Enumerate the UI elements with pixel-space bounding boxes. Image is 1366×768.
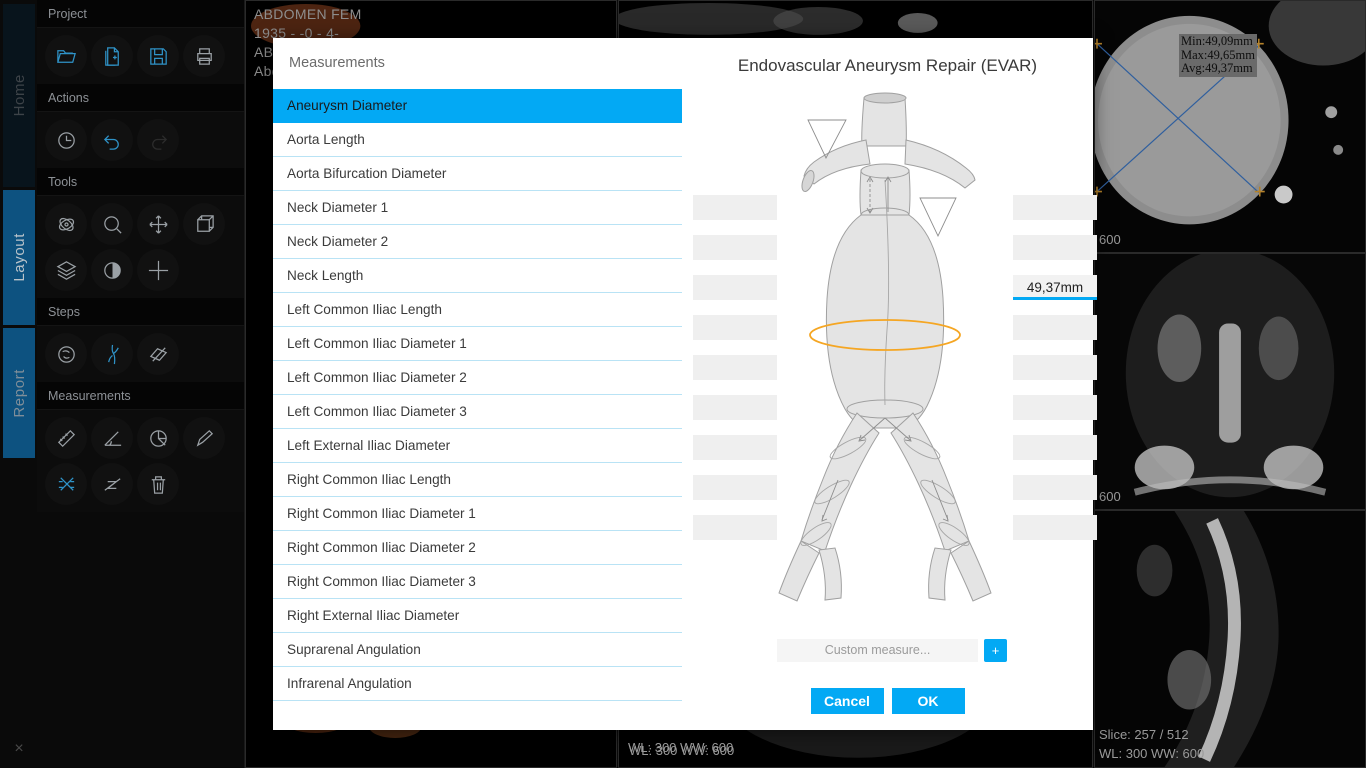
measurement-value-field[interactable] (1013, 195, 1097, 220)
measurement-callout: Min:49,09mm Max:49,65mm Avg:49,37mm (1179, 34, 1257, 77)
rotate-3d-icon[interactable] (45, 203, 87, 245)
tab-report-label: Report (10, 368, 28, 418)
tab-home[interactable]: Home (3, 4, 35, 187)
group-body-steps (37, 326, 244, 382)
tab-layout[interactable]: Layout (3, 190, 35, 325)
polyline-icon[interactable] (91, 463, 133, 505)
measurement-value-field[interactable] (1013, 395, 1097, 420)
ww-partial-right-mid: 600 (1099, 489, 1121, 504)
vessel-tree-icon[interactable] (91, 333, 133, 375)
group-body-actions (37, 112, 244, 168)
field-column-right: 49,37mm (1013, 195, 1097, 555)
callout-max: Max:49,65mm (1181, 47, 1255, 62)
viewport-right-top[interactable]: Min:49,09mm Max:49,65mm Avg:49,37mm 600 (1094, 0, 1366, 253)
cancel-button[interactable]: Cancel (810, 688, 884, 714)
print-icon[interactable] (183, 35, 225, 77)
measurement-row[interactable]: Right Common Iliac Diameter 3 (273, 565, 682, 599)
undo-icon[interactable] (91, 119, 133, 161)
callout-avg: Avg:49,37mm (1181, 61, 1253, 75)
group-body-tools (37, 196, 244, 298)
tab-home-label: Home (10, 74, 28, 117)
history-clock-icon[interactable] (45, 119, 87, 161)
measurement-row[interactable]: Left Common Iliac Diameter 2 (273, 361, 682, 395)
add-custom-measure-button[interactable]: + (984, 639, 1007, 662)
slice-indicator: Slice: 257 / 512 (1099, 727, 1189, 742)
dialog-button-row: Cancel OK (682, 688, 1093, 714)
patient-name: ABDOMEN FEM (254, 6, 362, 22)
callout-min: Min:49,09mm (1181, 34, 1253, 48)
ok-button[interactable]: OK (891, 688, 965, 714)
group-title-steps: Steps (37, 298, 244, 326)
measurement-value-field-active[interactable]: 49,37mm (1013, 275, 1097, 300)
application-window: Home Layout Report × Project Actions Too… (0, 0, 1366, 768)
group-title-project: Project (37, 0, 244, 28)
pan-move-icon[interactable] (137, 203, 179, 245)
cross-marker-icon[interactable] (45, 463, 87, 505)
measurement-value-field[interactable] (1013, 235, 1097, 260)
tab-layout-label: Layout (10, 233, 28, 282)
measurement-value-field[interactable] (1013, 355, 1097, 380)
measurement-row[interactable]: Aneurysm Diameter (273, 89, 682, 123)
dialog-right-pane: Endovascular Aneurysm Repair (EVAR) 49,3… (682, 38, 1097, 730)
angle-icon[interactable] (91, 417, 133, 459)
save-icon[interactable] (137, 35, 179, 77)
crop-box-icon[interactable] (183, 203, 225, 245)
dialog-left-title: Measurements (289, 55, 385, 71)
measurement-value-field[interactable] (1013, 435, 1097, 460)
open-folder-icon[interactable] (45, 35, 87, 77)
measurement-row[interactable]: Neck Length (273, 259, 682, 293)
group-body-measurements (37, 410, 244, 512)
contrast-icon[interactable] (91, 249, 133, 291)
group-title-actions: Actions (37, 84, 244, 112)
group-title-tools: Tools (37, 168, 244, 196)
new-document-icon[interactable] (91, 35, 133, 77)
group-body-project (37, 28, 244, 84)
redo-icon[interactable] (137, 119, 179, 161)
pencil-icon[interactable] (183, 417, 225, 459)
centerline-seed-icon[interactable] (45, 333, 87, 375)
measurement-row[interactable]: Neck Diameter 1 (273, 191, 682, 225)
slab-plane-icon[interactable] (137, 333, 179, 375)
measurement-row[interactable]: Suprarenal Angulation (273, 633, 682, 667)
measurement-row[interactable]: Right External Iliac Diameter (273, 599, 682, 633)
measurement-row[interactable]: Infrarenal Angulation (273, 667, 682, 701)
measurement-value-field[interactable] (1013, 475, 1097, 500)
trash-icon[interactable] (137, 463, 179, 505)
ribbon-tabs: Home Layout Report × (0, 0, 37, 768)
measurement-row[interactable]: Left External Iliac Diameter (273, 429, 682, 463)
measurement-row[interactable]: Left Common Iliac Length (273, 293, 682, 327)
measurement-row[interactable]: Left Common Iliac Diameter 1 (273, 327, 682, 361)
aorta-diagram (778, 92, 992, 602)
ct-image-right-mid (1095, 254, 1365, 509)
dialog-title: Endovascular Aneurysm Repair (EVAR) (737, 56, 1038, 75)
viewport-right-mid[interactable]: 600 (1094, 253, 1366, 510)
measurement-list: Aneurysm Diameter Aorta Length Aorta Bifur… (273, 89, 682, 730)
measurement-row[interactable]: Aorta Length (273, 123, 682, 157)
measurement-row[interactable]: Right Common Iliac Length (273, 463, 682, 497)
layers-icon[interactable] (45, 249, 87, 291)
custom-measure-row: Custom measure... + (777, 639, 1007, 662)
viewport-right-bottom[interactable]: Slice: 257 / 512 WL: 300 WW: 600 (1094, 510, 1366, 768)
measurement-row[interactable]: Neck Diameter 2 (273, 225, 682, 259)
measurement-row[interactable]: Right Common Iliac Diameter 2 (273, 531, 682, 565)
measurement-value-field[interactable] (1013, 515, 1097, 540)
measurement-row[interactable]: Aorta Bifurcation Diameter (273, 157, 682, 191)
tab-report[interactable]: Report (3, 328, 35, 458)
pie-area-icon[interactable] (137, 417, 179, 459)
ruler-icon[interactable] (45, 417, 87, 459)
tool-panel: Project Actions Tools Steps Measurements (37, 0, 245, 768)
close-icon[interactable]: × (6, 736, 32, 762)
group-title-measurements: Measurements (37, 382, 244, 410)
measurements-dialog: Measurements Aneurysm Diameter Aorta Leng… (273, 38, 1097, 730)
measurement-value-field[interactable] (1013, 315, 1097, 340)
zoom-magnifier-icon[interactable] (91, 203, 133, 245)
wl-ww-main-bottom: WL: 300 WW: 600 (628, 740, 734, 755)
crosshair-icon[interactable] (137, 249, 179, 291)
measurement-row[interactable]: Left Common Iliac Diameter 3 (273, 395, 682, 429)
custom-measure-input[interactable]: Custom measure... (777, 639, 978, 662)
wl-ww-right-bottom: WL: 300 WW: 600 (1099, 746, 1205, 761)
ww-partial-right-top: 600 (1099, 232, 1121, 247)
dialog-left-pane: Measurements Aneurysm Diameter Aorta Leng… (273, 38, 682, 730)
measurement-row[interactable]: Right Common Iliac Diameter 1 (273, 497, 682, 531)
